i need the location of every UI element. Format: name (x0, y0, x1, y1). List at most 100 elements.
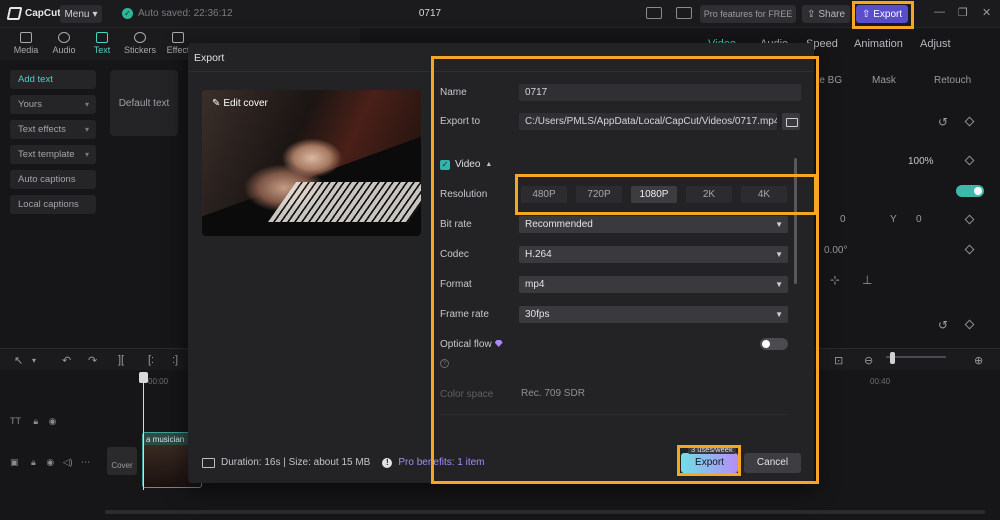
subtab-remove-bg[interactable]: re BG (816, 75, 842, 86)
tool-effects-label: Effect (166, 45, 190, 55)
close-icon[interactable]: ✕ (982, 6, 991, 19)
pro-features-button[interactable]: Pro features for FREE (700, 5, 796, 23)
chevron-down-icon[interactable]: ▾ (32, 356, 36, 365)
keyframe-icon[interactable] (964, 155, 975, 166)
undo-icon[interactable]: ↶ (62, 354, 71, 367)
export-info: Duration: 16s | Size: about 15 MB ! Pro … (202, 457, 485, 468)
folder-icon[interactable] (782, 113, 800, 130)
codec-select[interactable]: H.264 ▼ (519, 246, 788, 263)
sidebar-item-text-effects[interactable]: Text effects ▾ (10, 120, 96, 139)
pro-benefits-link[interactable]: Pro benefits: 1 item (398, 457, 484, 468)
keyframe-icon[interactable] (964, 116, 975, 127)
uniform-scale-toggle[interactable] (956, 185, 984, 197)
align-center-icon[interactable]: ⊹ (830, 273, 840, 287)
sidebar-item-label: Auto captions (18, 174, 76, 185)
tool-media[interactable]: Media (6, 32, 46, 55)
duration-size: Duration: 16s | Size: about 15 MB (221, 457, 371, 468)
sidebar-item-label: Text effects (18, 124, 66, 135)
layout-icon[interactable] (646, 7, 662, 19)
tab-animation[interactable]: Animation (854, 38, 903, 50)
zoom-in-icon[interactable]: ⊕ (974, 354, 983, 367)
resolution-4k[interactable]: 4K (741, 186, 787, 203)
video-track-icon: ▣ (10, 457, 19, 467)
chevron-down-icon: ▾ (84, 150, 89, 159)
position-x-value[interactable]: 0 (840, 214, 846, 225)
lock-icon[interactable]: 🔒︎ (33, 416, 38, 426)
dialog-scrollbar[interactable] (794, 158, 797, 284)
timeline-scrollbar[interactable] (105, 510, 985, 514)
select-cursor-icon[interactable]: ↖ (14, 354, 23, 367)
framerate-select[interactable]: 30fps ▼ (519, 306, 788, 323)
name-input[interactable]: 0717 (519, 84, 801, 101)
app-name: CapCut (25, 8, 61, 19)
reset-icon[interactable]: ↺ (938, 318, 948, 332)
keyframe-icon[interactable] (964, 319, 975, 330)
sidebar-item-local-captions[interactable]: Local captions (10, 195, 96, 214)
preview-icon[interactable]: ⊡ (834, 354, 843, 367)
keyframe-icon[interactable] (964, 244, 975, 255)
resolution-480p[interactable]: 480P (521, 186, 567, 203)
resolution-2k[interactable]: 2K (686, 186, 732, 203)
sidebar-item-text-template[interactable]: Text template ▾ (10, 145, 96, 164)
cover-preview[interactable]: ✎ Edit cover (202, 90, 421, 236)
minimize-icon[interactable]: — (934, 6, 945, 18)
sidebar-item-yours[interactable]: Yours ▾ (10, 95, 96, 114)
trim-right-icon[interactable]: :] (172, 354, 178, 366)
shortcuts-icon[interactable] (676, 7, 692, 19)
resolution-720p[interactable]: 720P (576, 186, 622, 203)
cover-label: Cover (111, 461, 133, 470)
chevron-down-icon: ▾ (84, 100, 89, 109)
maximize-icon[interactable]: ❐ (958, 6, 968, 19)
capcut-logo-icon (6, 7, 23, 20)
export-button[interactable]: Export (681, 453, 738, 473)
scale-value[interactable]: 100% (908, 156, 934, 167)
eye-icon[interactable]: ◉ (46, 457, 54, 467)
piano-keys-image (267, 182, 421, 222)
tab-adjust[interactable]: Adjust (920, 38, 951, 50)
share-icon: ⇪ (806, 8, 816, 20)
menu-button[interactable]: Menu ▾ (60, 5, 102, 23)
reset-icon[interactable]: ↺ (938, 115, 948, 129)
lock-icon[interactable]: 🔒︎ (31, 457, 36, 467)
sidebar-item-label: Add text (18, 74, 53, 85)
tool-stickers[interactable]: Stickers (120, 32, 160, 55)
subtab-mask[interactable]: Mask (872, 75, 896, 86)
resolution-1080p[interactable]: 1080P (631, 186, 677, 203)
default-text-card[interactable]: Default text (110, 70, 178, 136)
align-bottom-icon[interactable]: ⊥ (862, 273, 872, 287)
video-checkbox[interactable]: ✓ (440, 159, 450, 170)
sidebar-item-auto-captions[interactable]: Auto captions (10, 170, 96, 189)
bitrate-select[interactable]: Recommended ▼ (519, 216, 788, 233)
sidebar-item-add-text[interactable]: Add text (10, 70, 96, 89)
export-button-top[interactable]: ⇧ Export (856, 5, 908, 23)
help-icon[interactable]: ? (440, 359, 449, 368)
zoom-slider-handle[interactable] (890, 352, 895, 364)
playhead[interactable] (143, 372, 144, 490)
tool-text[interactable]: Text (82, 32, 122, 55)
volume-icon[interactable]: ◁) (63, 457, 73, 467)
zoom-out-icon[interactable]: ⊖ (864, 354, 873, 367)
more-icon[interactable]: ⋯ (81, 457, 90, 467)
export-dialog: Export ✎ Edit cover Duration: 16s | Size… (188, 43, 814, 483)
rotation-value[interactable]: 0.00° (824, 245, 847, 256)
position-y-value[interactable]: 0 (916, 214, 922, 225)
sidebar-item-label: Local captions (18, 199, 79, 210)
dialog-divider (188, 71, 814, 72)
format-select[interactable]: mp4 ▼ (519, 276, 788, 293)
keyframe-icon[interactable] (964, 214, 975, 225)
upload-icon: ⇧ (861, 8, 871, 20)
zoom-slider[interactable] (886, 356, 946, 358)
video-section-header[interactable]: ✓ Video ▲ (440, 159, 492, 170)
tool-audio[interactable]: Audio (44, 32, 84, 55)
cancel-button[interactable]: Cancel (744, 453, 801, 473)
eye-icon[interactable]: ◉ (49, 416, 57, 426)
edit-cover-button[interactable]: ✎ Edit cover (212, 98, 268, 109)
redo-icon[interactable]: ↷ (88, 354, 97, 367)
trim-icon[interactable]: [: (148, 354, 154, 366)
export-path-input[interactable]: C:/Users/PMLS/AppData/Local/CapCut/Video… (519, 113, 777, 130)
cover-button[interactable]: Cover (107, 447, 137, 475)
share-button[interactable]: ⇪ Share (802, 5, 850, 23)
subtab-retouch[interactable]: Retouch (934, 75, 971, 86)
split-icon[interactable]: ][ (118, 354, 124, 366)
optical-flow-toggle[interactable] (760, 338, 788, 350)
